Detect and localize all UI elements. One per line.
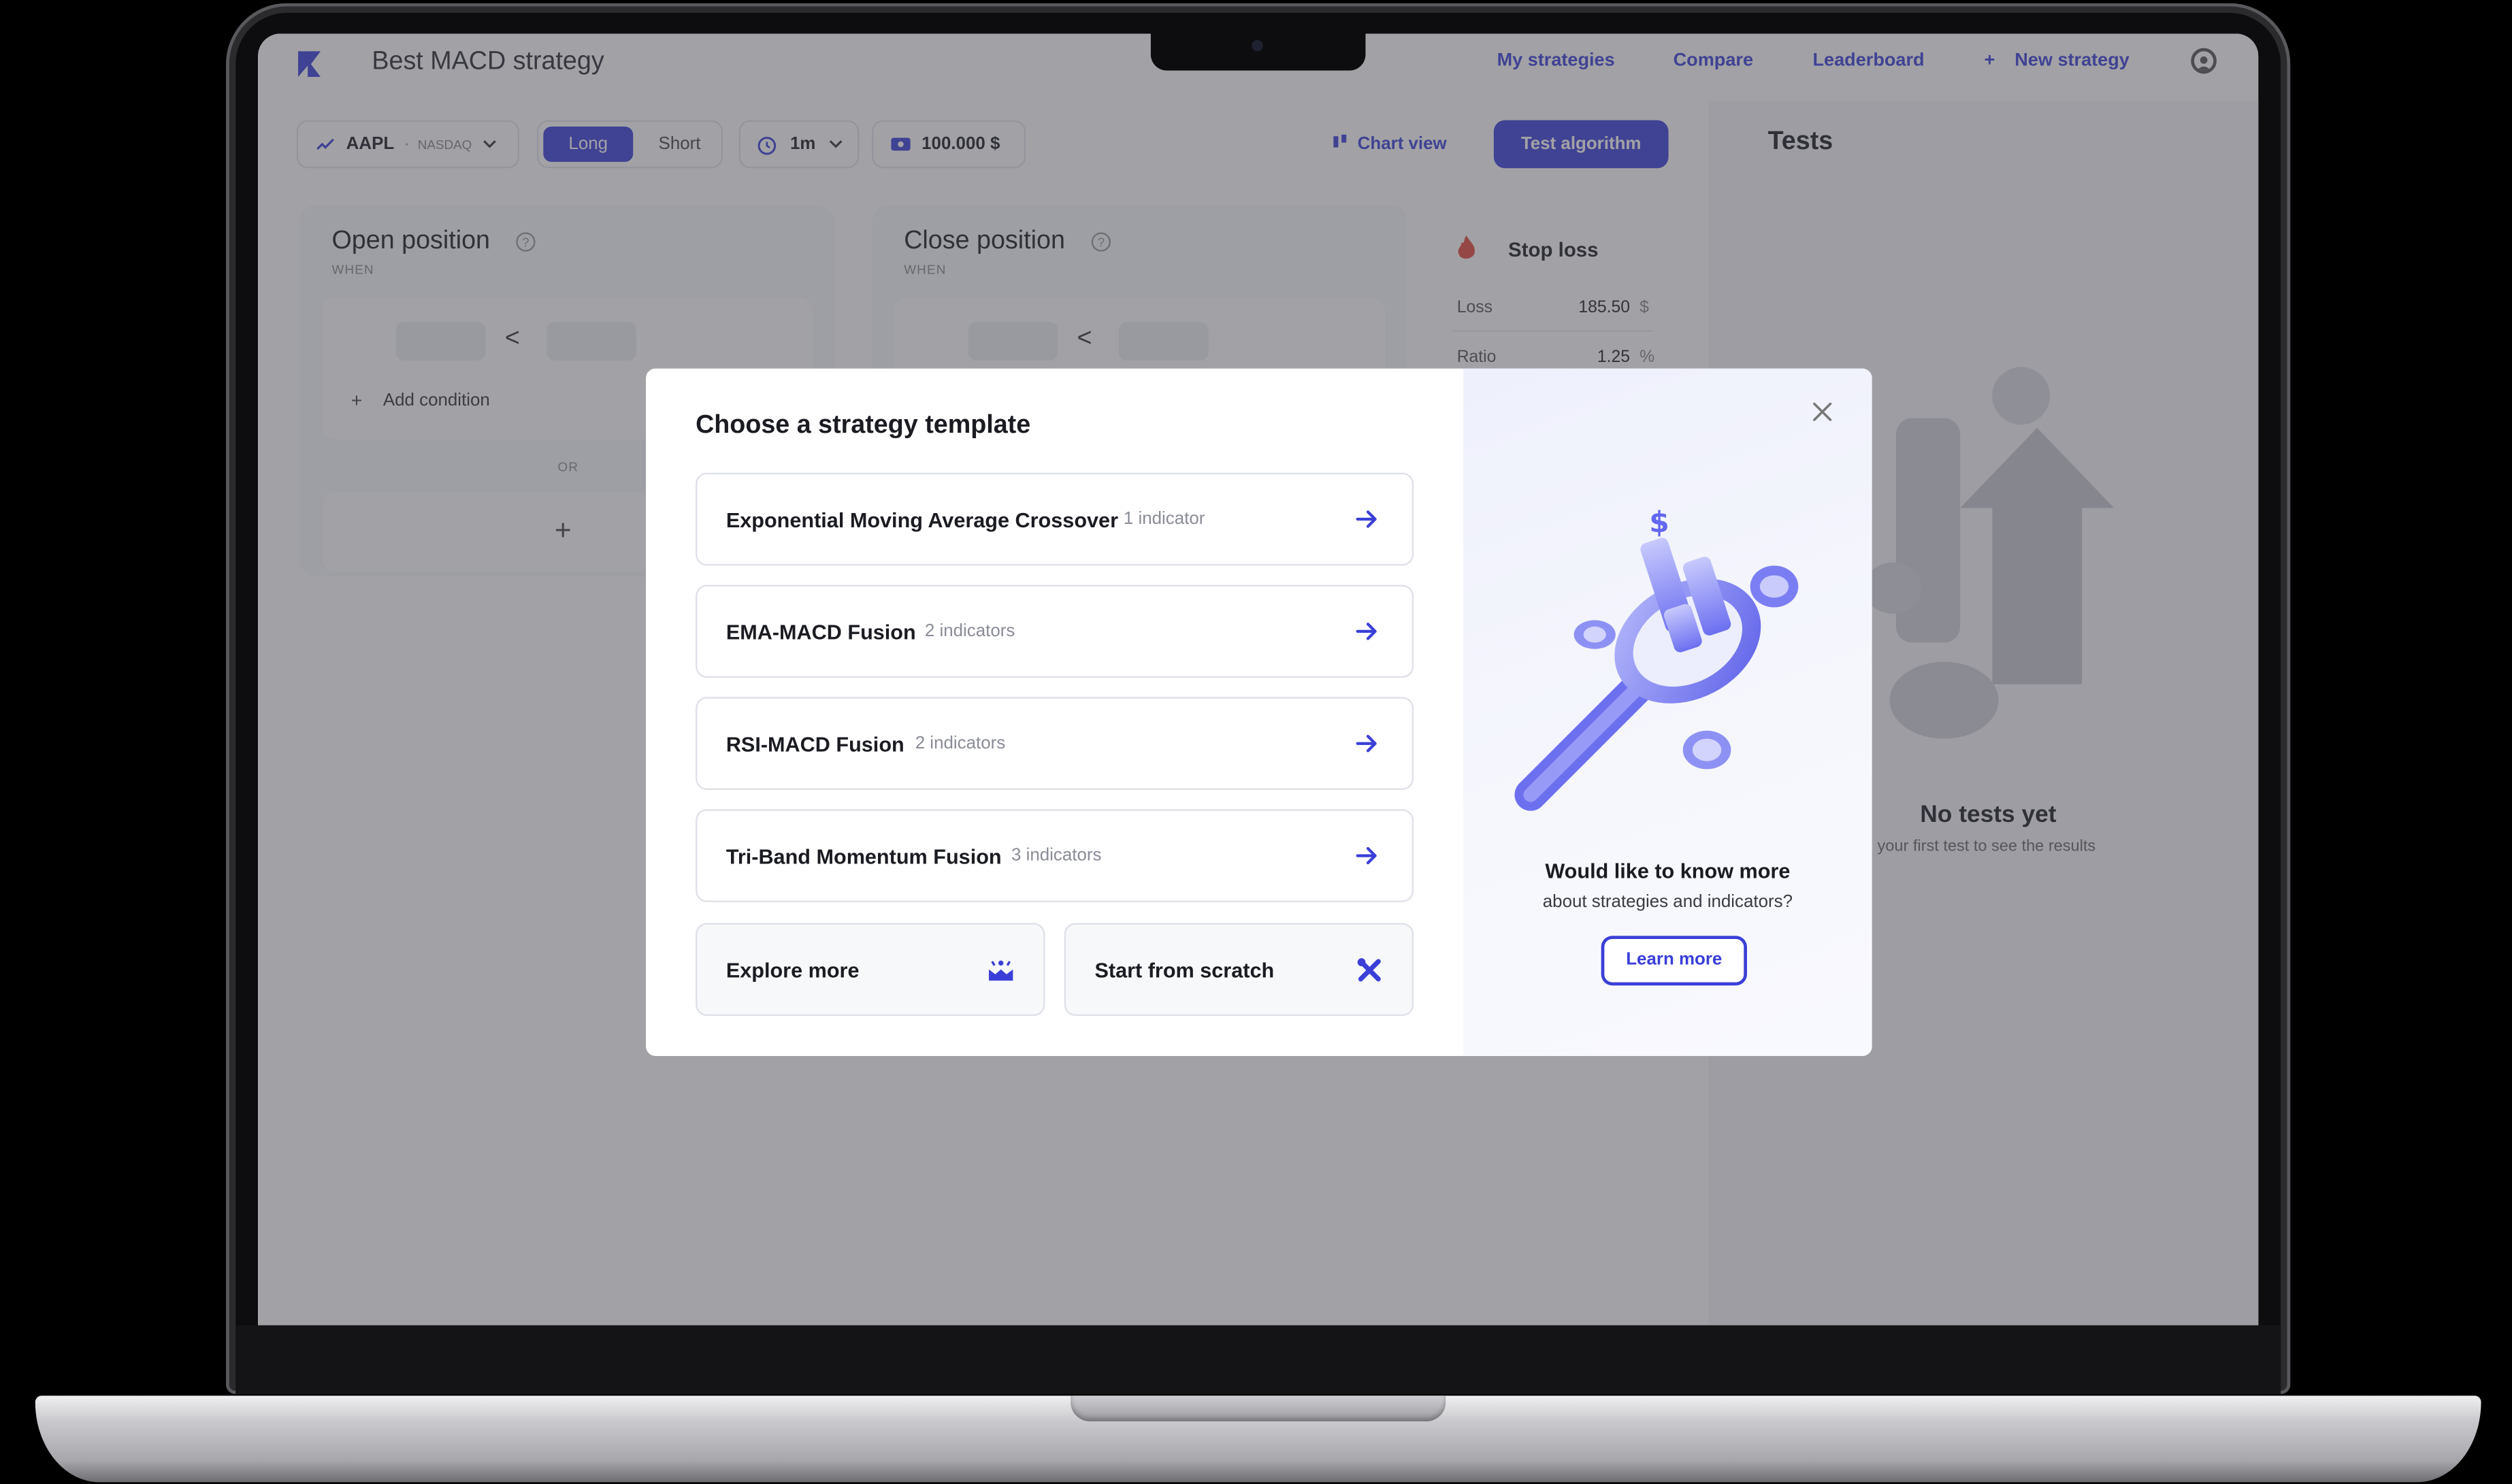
explore-more-label: Explore more [725,958,860,983]
side-heading: Would like to know more [1545,859,1791,883]
laptop-lid-notch [1071,1396,1446,1421]
template-indicator-count: 2 indicators [924,621,1015,641]
arrow-right-icon [1356,735,1377,753]
template-option-tri-band[interactable]: Tri-Band Momentum Fusion 3 indicators [696,809,1414,902]
side-subtitle: about strategies and indicators? [1542,892,1793,912]
app-window: Best MACD strategy My strategies Compare… [258,33,2259,1325]
explore-icon [989,960,1013,981]
template-modal: Choose a strategy template Exponential M… [646,368,1872,1056]
template-indicator-count: 3 indicators [1011,846,1102,865]
explore-more-button[interactable]: Explore more [696,923,1045,1017]
svg-text:$: $ [1649,506,1669,539]
modal-title: Choose a strategy template [696,412,1031,440]
arrow-right-icon [1356,846,1377,865]
laptop-mockup: Best MACD strategy My strategies Compare… [0,0,2512,1484]
camera-notch [1150,33,1366,71]
screen: Best MACD strategy My strategies Compare… [258,33,2259,1325]
start-from-scratch-button[interactable]: Start from scratch [1064,923,1414,1017]
arrow-right-icon [1356,510,1377,528]
magnifier-chart-illustration: $ [1514,506,1799,811]
template-name: Exponential Moving Average Crossover [725,508,1119,532]
start-from-scratch-label: Start from scratch [1094,958,1275,983]
template-option-rsi-macd[interactable]: RSI-MACD Fusion 2 indicators [696,697,1414,791]
arrow-right-icon [1356,623,1377,640]
template-name: Tri-Band Momentum Fusion [725,844,1002,869]
template-indicator-count: 2 indicators [915,733,1006,753]
template-name: EMA-MACD Fusion [725,620,916,644]
template-name: RSI-MACD Fusion [725,732,904,757]
template-option-ema-crossover[interactable]: Exponential Moving Average Crossover 1 i… [696,472,1414,566]
close-icon[interactable] [1811,401,1833,423]
template-indicator-count: 1 indicator [1123,509,1205,529]
laptop-chin [235,1325,2281,1394]
template-option-ema-macd[interactable]: EMA-MACD Fusion 2 indicators [696,584,1414,678]
camera-icon [1252,39,1263,52]
tools-icon [1357,958,1381,982]
learn-more-button[interactable]: Learn more [1601,936,1747,986]
